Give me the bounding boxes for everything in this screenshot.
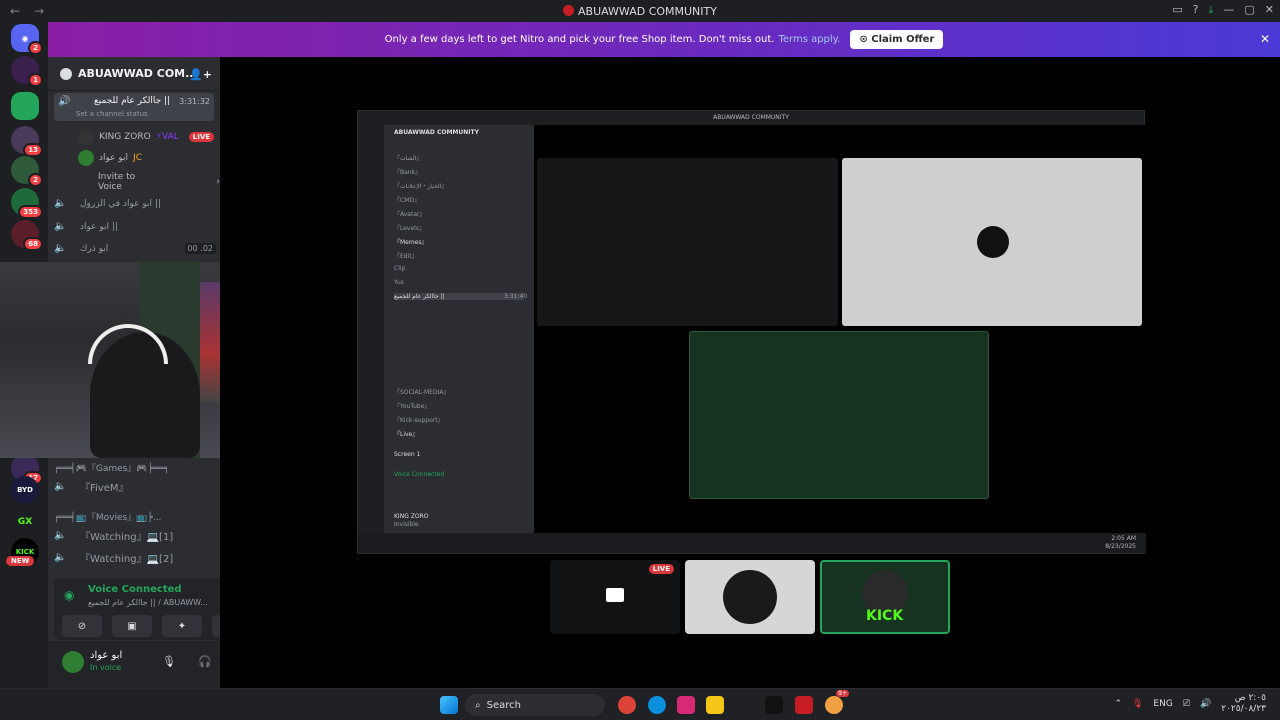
window-titlebar: ← → ABUAWWAD COMMUNITY ▭ ? ⤓ — ▢ ✕ xyxy=(0,0,1280,22)
share-screen-button[interactable]: ▣ xyxy=(112,615,152,637)
discord-taskbar-icon[interactable]: 9+ xyxy=(825,690,849,714)
voice-channel[interactable]: 🔈 『Watching』💻[2] xyxy=(54,550,216,565)
voice-channel[interactable]: 🔈 『FiveM』 xyxy=(54,479,216,494)
windows-start-icon[interactable] xyxy=(440,696,458,714)
speaker-icon: 🔊 xyxy=(58,96,71,107)
server-badge-icon xyxy=(60,67,72,80)
server-name: ABUAWWAD COM... xyxy=(78,67,198,80)
channel-name: جاالكر عام للجميع || xyxy=(94,96,171,106)
voice-channel[interactable]: 🔈 ابو ذرك 00 .02 xyxy=(54,243,216,254)
claim-offer-button[interactable]: ⊙ Claim Offer xyxy=(850,30,944,49)
camera-off-button[interactable]: ⊘ xyxy=(62,615,102,637)
voice-channel-path[interactable]: جاالكر عام للجميع || / ABUAWW... xyxy=(88,598,208,607)
inner-channel-list: ABUAWWAD COMMUNITY 『الشات』 『Bank』 『الخبا… xyxy=(384,125,534,535)
voice-connected-label: Voice Connected xyxy=(88,584,182,595)
server-icon[interactable]: 1 xyxy=(11,56,43,87)
server-icon-byd[interactable]: BYD xyxy=(11,476,39,504)
speaker-icon: 🔈 xyxy=(54,221,67,232)
server-header[interactable]: ABUAWWAD COM... ⌄ 👤+ xyxy=(48,57,220,91)
active-voice-channel[interactable]: 🔊 جاالكر عام للجميع || 3:31:32 Set a cha… xyxy=(54,93,214,121)
live-badge: LIVE xyxy=(648,564,674,574)
windows-taskbar: ⌕ Search 9+ ⌃ 🎙 ENG ⎚ 🔊 ٢:٠٥ ص ٢٠٢٥/٠٨/٢٣ xyxy=(0,688,1280,720)
voice-channel[interactable]: 🔈 ابو عواد || xyxy=(54,221,216,232)
volume-icon[interactable]: 🔊 xyxy=(1200,699,1211,709)
speaker-icon: 🔈 xyxy=(54,552,67,563)
server-logo-icon xyxy=(563,5,574,16)
category-movies[interactable]: ╒══╡📺『Movies』📺╞... xyxy=(54,510,216,523)
voice-user[interactable]: KING ZORO ⚡VAL LIVE xyxy=(78,129,215,145)
home-button[interactable]: ◉ 2 xyxy=(11,24,43,55)
inner-avatar-tile xyxy=(842,158,1142,326)
inner-kick-tile xyxy=(689,331,989,499)
server-icon[interactable] xyxy=(11,92,39,120)
help-icon[interactable]: ? xyxy=(1193,3,1199,17)
window-title: ABUAWWAD COMMUNITY xyxy=(0,5,1280,18)
speaker-icon: 🔈 xyxy=(54,530,67,541)
stream-screenshot[interactable]: ABUAWWAD COMMUNITY ABUAWWAD COMMUNITY 『ا… xyxy=(357,110,1146,554)
inner-server-name: ABUAWWAD COMMUNITY xyxy=(394,129,479,136)
participant-thumb[interactable] xyxy=(685,560,815,634)
voice-channel[interactable]: 🔈 ابو عواد في الزرول || xyxy=(54,198,216,209)
nitro-banner: Only a few days left to get Nitro and pi… xyxy=(48,22,1280,57)
chevron-up-icon[interactable]: ⌃ xyxy=(1114,699,1122,709)
microphone-icon[interactable]: 🎙 xyxy=(162,655,176,668)
terms-link[interactable]: Terms apply. xyxy=(778,34,840,45)
speaker-icon: 🔈 xyxy=(54,243,67,254)
inner-taskbar: 2:05 AM 8/23/2025 xyxy=(358,533,1146,553)
kick-logo: KICK xyxy=(866,608,904,624)
edge-icon[interactable] xyxy=(648,696,666,714)
clock[interactable]: ٢:٠٥ ص ٢٠٢٥/٠٨/٢٣ xyxy=(1221,693,1266,715)
avatar xyxy=(723,570,777,624)
voice-user[interactable]: ابو عواد JC xyxy=(78,150,142,166)
minimize-icon[interactable]: — xyxy=(1223,3,1234,17)
participant-thumb-speaking[interactable]: KICK xyxy=(820,560,950,634)
invite-to-voice[interactable]: Invite to Voice › xyxy=(98,172,220,192)
server-icon[interactable]: 68 xyxy=(11,220,43,251)
speaker-icon: 🔈 xyxy=(54,481,67,492)
inner-stream-grid xyxy=(534,125,1146,535)
inbox-icon[interactable]: ▭ xyxy=(1172,3,1182,17)
server-icon[interactable]: 13 xyxy=(11,126,43,157)
download-icon[interactable]: ⤓ xyxy=(1209,3,1214,17)
chrome-icon[interactable] xyxy=(618,696,636,714)
invite-people-icon[interactable]: 👤+ xyxy=(189,68,212,81)
voice-channel[interactable]: 🔈 『Watching』💻[1] xyxy=(54,528,216,543)
file-explorer-icon[interactable] xyxy=(706,696,724,714)
user-status: In voice xyxy=(90,663,122,672)
server-icon[interactable]: 353 xyxy=(11,188,43,219)
terminal-icon[interactable] xyxy=(765,696,783,714)
network-icon[interactable]: ⎚ xyxy=(1183,699,1190,709)
headphones-icon[interactable]: 🎧 xyxy=(198,655,212,668)
server-icon[interactable]: 2 xyxy=(11,156,43,187)
language-indicator[interactable]: ENG xyxy=(1153,699,1172,709)
category-games[interactable]: ╒══╡🎮『Games』🎮╞══╕ xyxy=(54,461,216,474)
new-badge: NEW xyxy=(6,556,35,566)
activities-button[interactable]: ✦ xyxy=(162,615,202,637)
banner-text: Only a few days left to get Nitro and pi… xyxy=(384,34,775,45)
inner-title: ABUAWWAD COMMUNITY xyxy=(358,111,1144,125)
system-tray: ⌃ 🎙 ENG ⎚ 🔊 ٢:٠٥ ص ٢٠٢٥/٠٨/٢٣ xyxy=(1114,693,1266,715)
maximize-icon[interactable]: ▢ xyxy=(1244,3,1254,17)
app-icon[interactable] xyxy=(795,696,813,714)
screen-icon xyxy=(606,588,624,602)
avatar xyxy=(78,129,94,145)
microphone-icon[interactable]: 🎙 xyxy=(1132,699,1143,709)
signal-icon[interactable]: ◉ xyxy=(64,588,74,602)
search-icon: ⌕ xyxy=(475,699,481,711)
taskbar-search[interactable]: ⌕ Search xyxy=(465,694,605,716)
speaker-icon: 🔈 xyxy=(54,198,67,209)
inner-stream-tile xyxy=(537,158,838,326)
close-window-icon[interactable]: ✕ xyxy=(1265,3,1274,17)
instagram-icon[interactable] xyxy=(677,696,695,714)
inner-server-list xyxy=(358,125,384,535)
channel-timer: 3:31:32 xyxy=(179,97,210,106)
server-icon-gx[interactable]: GX xyxy=(11,508,39,536)
avatar xyxy=(78,150,94,166)
channel-status[interactable]: Set a channel status xyxy=(76,110,148,118)
avatar[interactable] xyxy=(62,651,84,673)
username: ابو عواد xyxy=(90,650,123,661)
live-badge: LIVE xyxy=(188,132,215,142)
screen-share-thumb[interactable]: LIVE xyxy=(550,560,680,634)
close-banner-icon[interactable]: ✕ xyxy=(1260,32,1270,46)
